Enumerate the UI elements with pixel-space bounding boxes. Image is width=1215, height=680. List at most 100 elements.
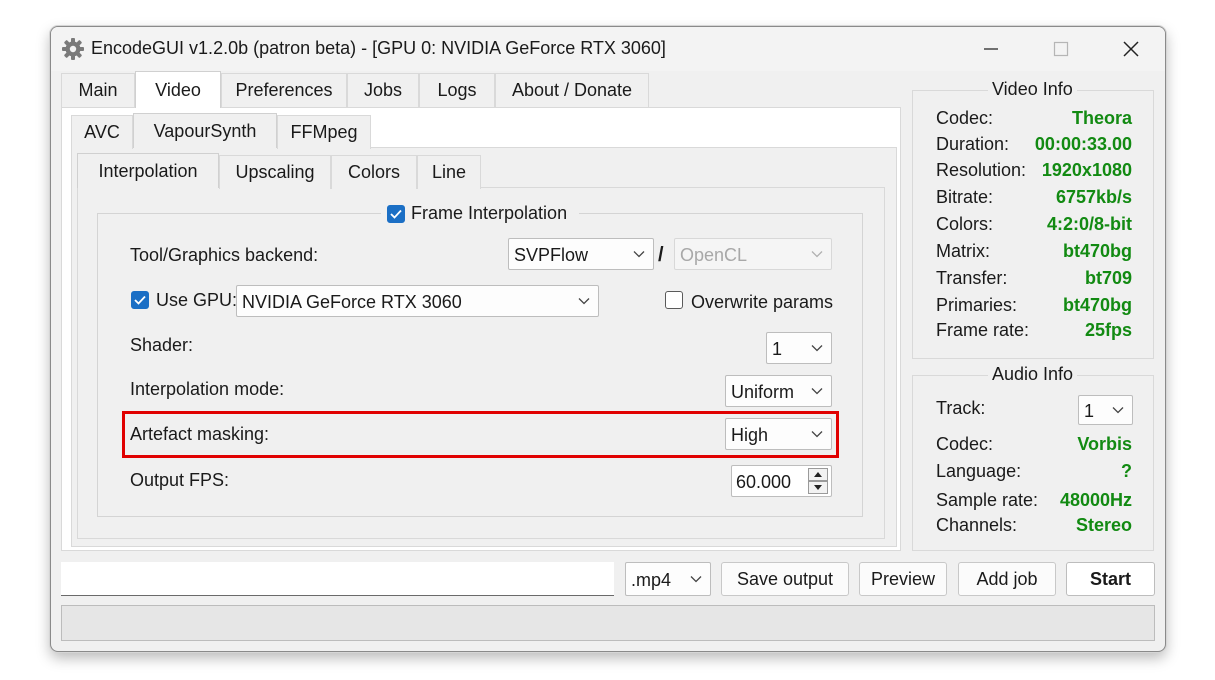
video-info-value: 00:00:33.00 <box>1034 134 1132 154</box>
video-info-key: Codec: <box>936 108 994 128</box>
backend-separator: / <box>658 244 664 266</box>
output-path-input[interactable] <box>61 562 614 596</box>
shader-label: Shader: <box>130 335 194 355</box>
window-title: EncodeGUI v1.2.0b (patron beta) - [GPU 0… <box>91 38 666 58</box>
audio-info-list: Codec: Vorbis Language:? Sample rate: 4800… <box>912 434 1154 544</box>
tab-main-label: Main <box>78 80 118 100</box>
video-info-row: Bitrate: 6757kb/s <box>936 187 1132 211</box>
audio-info-key: Codec: <box>936 434 994 454</box>
tab-vapoursynth-label: VapourSynth <box>153 120 257 141</box>
audio-info-value: ? <box>1121 461 1132 481</box>
audio-info-key: Sample rate: <box>936 490 1039 510</box>
progress-bar <box>61 605 1155 641</box>
checkmark-icon <box>134 295 146 305</box>
audio-info-key: Channels: <box>936 515 1018 535</box>
save-output-button[interactable]: Save output <box>721 562 849 596</box>
tab-vapoursynth[interactable]: VapourSynth <box>133 113 277 148</box>
video-info-key: Matrix: <box>936 241 990 261</box>
chevron-down-icon <box>811 388 823 395</box>
frame-interpolation-label: Frame Interpolation <box>411 203 568 223</box>
audio-info-value: Stereo <box>1075 515 1132 535</box>
gpu-select[interactable]: NVIDIA GeForce RTX 3060 <box>236 285 599 317</box>
video-info-list: Codec: Theora Duration: 00:00:33.00 Resolu… <box>912 108 1154 348</box>
video-info-value: 6757kb/s <box>1055 187 1132 207</box>
chevron-down-icon <box>1112 407 1124 414</box>
overwrite-params-checkbox[interactable] <box>665 291 683 309</box>
backend-select-value: OpenCL <box>680 245 748 265</box>
tab-video[interactable]: Video <box>135 71 221 108</box>
artefact-masking-highlight <box>122 411 839 458</box>
tab-logs-label: Logs <box>437 80 477 100</box>
tab-avc[interactable]: AVC <box>71 115 133 149</box>
app-window: EncodeGUI v1.2.0b (patron beta) - [GPU 0… <box>50 26 1166 652</box>
tab-colors[interactable]: Colors <box>331 155 417 189</box>
video-info-row: Duration: 00:00:33.00 <box>936 134 1132 158</box>
video-info-value: bt470bg <box>1062 295 1132 315</box>
tab-upscaling-label: Upscaling <box>235 162 315 182</box>
tab-interpolation[interactable]: Interpolation <box>77 153 219 188</box>
shader-select[interactable]: 1 <box>766 332 832 364</box>
audio-info-value: Vorbis <box>1077 434 1132 454</box>
tab-logs[interactable]: Logs <box>419 73 495 107</box>
frame-interpolation-checkbox[interactable] <box>387 205 405 223</box>
chevron-down-icon <box>690 576 702 583</box>
minimize-icon <box>984 48 998 50</box>
use-gpu-label: Use GPU: <box>156 290 238 310</box>
video-info-key: Colors: <box>936 214 994 234</box>
tab-interpolation-label: Interpolation <box>98 160 198 181</box>
video-info-key: Bitrate: <box>936 187 994 207</box>
spin-up-button[interactable] <box>808 468 828 481</box>
chevron-down-icon <box>811 251 823 258</box>
tab-ffmpeg[interactable]: FFMpeg <box>277 115 371 149</box>
video-info-row: Primaries: bt470bg <box>936 295 1132 319</box>
audio-info-row: Sample rate: 48000Hz <box>936 490 1132 514</box>
tab-about-donate-label: About / Donate <box>511 80 633 100</box>
shader-select-value: 1 <box>772 339 783 359</box>
audio-info-row: Channels: Stereo <box>936 515 1132 539</box>
interpolation-mode-select[interactable]: Uniform <box>725 375 832 407</box>
start-button[interactable]: Start <box>1066 562 1155 596</box>
tab-line[interactable]: Line <box>417 155 481 189</box>
video-info-value: bt709 <box>1084 268 1132 288</box>
audio-info-value: 48000Hz <box>1059 490 1132 510</box>
extension-select[interactable]: .mp4 <box>625 562 711 596</box>
close-button[interactable] <box>1111 33 1151 65</box>
video-info-value: 1920x1080 <box>1041 160 1132 180</box>
backend-select[interactable]: OpenCL <box>674 238 832 270</box>
tab-avc-label: AVC <box>84 122 120 142</box>
video-info-value: 25fps <box>1084 320 1132 340</box>
tab-jobs[interactable]: Jobs <box>347 73 419 107</box>
minimize-button[interactable] <box>971 33 1011 65</box>
use-gpu-checkbox[interactable] <box>131 291 149 309</box>
preview-button[interactable]: Preview <box>859 562 947 596</box>
arrow-up-icon <box>814 472 822 477</box>
tab-preferences[interactable]: Preferences <box>221 73 347 107</box>
audio-info-key: Language: <box>936 461 1022 481</box>
interpolation-mode-value: Uniform <box>731 382 795 402</box>
tab-upscaling[interactable]: Upscaling <box>219 155 331 189</box>
tab-ffmpeg-label: FFMpeg <box>290 122 358 142</box>
tool-select[interactable]: SVPFlow <box>508 238 654 270</box>
extension-select-value: .mp4 <box>631 570 672 590</box>
chevron-down-icon <box>811 345 823 352</box>
video-info-row: Frame rate: 25fps <box>936 320 1132 344</box>
interpolation-mode-label: Interpolation mode: <box>130 379 285 399</box>
video-info-title: Video Info <box>988 79 1077 100</box>
output-fps-spinbox[interactable]: 60.000 <box>731 465 832 497</box>
maximize-button[interactable] <box>1041 33 1081 65</box>
gpu-select-value: NVIDIA GeForce RTX 3060 <box>242 292 462 312</box>
maximize-icon <box>1053 41 1069 57</box>
video-info-key: Frame rate: <box>936 320 1030 340</box>
output-fps-label: Output FPS: <box>130 470 230 490</box>
video-info-key: Primaries: <box>936 295 1018 315</box>
video-info-value: 4:2:0/8-bit <box>1046 214 1132 234</box>
spin-down-button[interactable] <box>808 481 828 494</box>
arrow-down-icon <box>814 485 822 490</box>
track-select[interactable]: 1 <box>1078 395 1133 425</box>
gear-icon <box>62 38 84 60</box>
tab-main[interactable]: Main <box>61 73 135 107</box>
video-info-row: Transfer: bt709 <box>936 268 1132 292</box>
output-fps-value: 60.000 <box>736 472 792 492</box>
add-job-button[interactable]: Add job <box>958 562 1056 596</box>
tab-about-donate[interactable]: About / Donate <box>495 73 649 107</box>
